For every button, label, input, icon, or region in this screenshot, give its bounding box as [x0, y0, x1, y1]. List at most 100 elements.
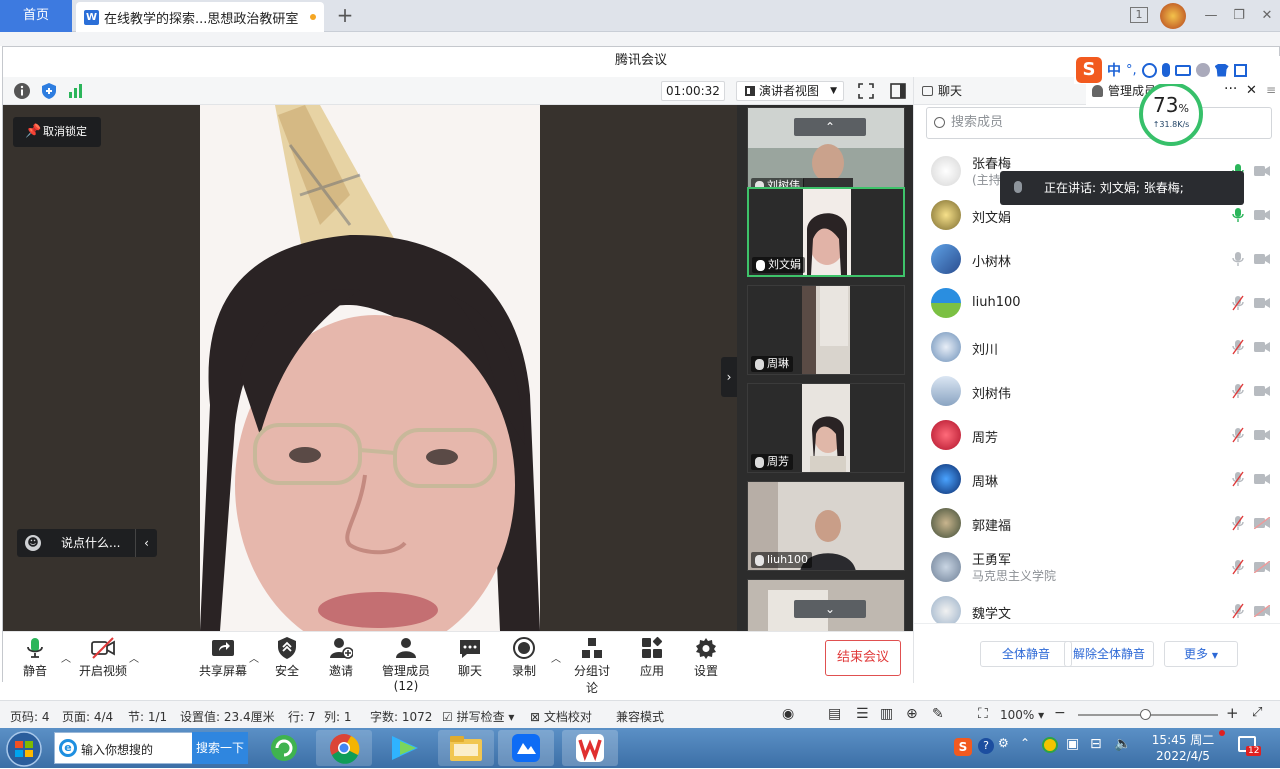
scroll-up-icon[interactable]: ⌃ [794, 118, 866, 136]
security-button[interactable]: 安全 [269, 636, 305, 682]
share-screen-button[interactable]: 共享屏幕 [199, 636, 247, 682]
thumbnail-tile[interactable]: liuh100 [747, 481, 905, 571]
tray-network-icon[interactable]: ⊟ [1090, 736, 1102, 752]
tray-sogou-icon[interactable]: S [954, 738, 972, 756]
proofread-button[interactable]: ⊠ 文档校对 [530, 708, 592, 725]
camera-off-icon[interactable] [1254, 473, 1270, 485]
skin-shirt-icon[interactable] [1214, 63, 1229, 77]
more-button[interactable]: 更多 ▼ [1164, 641, 1238, 667]
camera-off-icon[interactable] [1254, 517, 1270, 529]
tray-volume-icon[interactable]: 🔈 [1114, 736, 1131, 752]
taskbar-app-tencent-meeting[interactable] [498, 730, 554, 766]
mute-all-button[interactable]: 全体静音 [980, 641, 1072, 667]
zoom-out-icon[interactable]: − [1054, 705, 1066, 721]
status-word-count[interactable]: 字数: 1072 [370, 708, 432, 725]
status-column[interactable]: 列: 1 [324, 708, 352, 725]
camera-off-icon[interactable] [1254, 605, 1270, 617]
taskbar-clock[interactable]: 15:45 周二 2022/4/5 [1148, 732, 1218, 766]
toolbox-grid-icon[interactable] [1233, 63, 1247, 77]
side-panel-toggle-icon[interactable] [889, 82, 907, 100]
main-speaker-video[interactable] [200, 105, 540, 631]
status-row[interactable]: 行: 7 [288, 708, 316, 725]
mic-muted-icon[interactable] [1232, 471, 1244, 487]
taskbar-app-player[interactable] [376, 730, 432, 766]
tray-expand-icon[interactable]: ⌃ [1020, 736, 1030, 750]
camera-off-icon[interactable] [1254, 341, 1270, 353]
tab-chat[interactable]: 聊天 [920, 77, 1086, 105]
fullscreen-expand-icon[interactable]: ⤢ [1252, 705, 1262, 720]
member-row[interactable]: 刘树伟 [914, 369, 1280, 413]
invite-button[interactable]: 邀请 [323, 636, 359, 682]
taskbar-app-explorer[interactable] [438, 730, 494, 766]
member-row[interactable]: liuh100 [914, 281, 1280, 325]
fit-page-icon[interactable]: ⛶ [978, 706, 988, 722]
record-button[interactable]: 录制 [509, 636, 539, 682]
end-meeting-button[interactable]: 结束会议 [825, 640, 901, 676]
chat-button[interactable]: 聊天 [455, 636, 485, 682]
users-icon[interactable] [1195, 63, 1210, 77]
ime-punctuation-toggle[interactable]: °, [1126, 63, 1137, 78]
tray-settings-icon[interactable]: ⚙ [998, 736, 1009, 750]
mic-muted-icon[interactable] [1232, 515, 1244, 531]
network-speed-gauge[interactable]: 73% ↑31.8K/s [1139, 82, 1203, 146]
minimize-icon[interactable]: — [1200, 6, 1222, 26]
thumbnail-tile[interactable]: ⌄ [747, 579, 905, 631]
thumbnail-tile[interactable]: 周琳 [747, 285, 905, 375]
comment-input[interactable]: ☻ 说点什么... ‹ [17, 529, 157, 557]
camera-off-icon[interactable] [1254, 209, 1270, 221]
eye-protection-icon[interactable]: ◉ [782, 706, 794, 722]
outline-view-icon[interactable]: ☰ [856, 706, 869, 722]
page-view-icon[interactable]: ▤ [828, 706, 841, 722]
member-search-input[interactable]: 搜索成员 [926, 107, 1272, 139]
member-row[interactable]: 周琳 [914, 457, 1280, 501]
wps-document-tab[interactable]: W 在线教学的探索...思想政治教研室 [76, 2, 324, 32]
camera-off-icon[interactable] [1254, 429, 1270, 441]
status-pages[interactable]: 页面: 4/4 [62, 708, 113, 725]
mic-muted-icon[interactable] [1232, 339, 1244, 355]
view-mode-select[interactable]: 演讲者视图 ▼ [736, 81, 844, 101]
restore-icon[interactable]: ❐ [1228, 6, 1250, 26]
chevron-left-icon[interactable]: ‹ [135, 529, 157, 557]
mic-icon[interactable] [1232, 207, 1244, 223]
keyboard-icon[interactable] [1174, 64, 1191, 76]
zoom-in-icon[interactable]: + [1226, 704, 1239, 722]
record-options-chevron-icon[interactable]: ︿ [551, 650, 561, 665]
panel-menu-icon[interactable]: ≡ [1266, 83, 1276, 97]
sogou-logo-icon[interactable]: S [1076, 57, 1102, 83]
emoji-icon[interactable] [1141, 62, 1157, 78]
web-view-icon[interactable]: ⊕ [906, 706, 918, 722]
status-page-number[interactable]: 页码: 4 [10, 708, 50, 725]
new-tab-button[interactable]: + [334, 4, 356, 26]
taskbar-app-360[interactable] [256, 730, 312, 766]
camera-off-icon[interactable] [1254, 561, 1270, 573]
info-icon[interactable] [13, 82, 31, 100]
unlock-video-button[interactable]: 📌 取消锁定 [13, 117, 101, 147]
tray-network-blocked-icon[interactable]: ▣ [1066, 736, 1079, 752]
mic-muted-icon[interactable] [1232, 295, 1244, 311]
camera-off-icon[interactable] [1254, 297, 1270, 309]
thumbnail-tile[interactable]: ⌃ 刘树伟 [747, 107, 905, 197]
camera-off-icon[interactable] [1254, 253, 1270, 265]
mute-button[interactable]: 静音 [17, 636, 53, 682]
member-row[interactable]: 王勇军 马克思主义学院 [914, 545, 1280, 589]
zoom-level[interactable]: 100% ▾ [1000, 708, 1044, 722]
mic-muted-icon[interactable] [1232, 603, 1244, 619]
tray-security-icon[interactable] [1042, 737, 1058, 753]
thumbnail-tile[interactable]: 周芳 [747, 383, 905, 473]
camera-off-icon[interactable] [1254, 385, 1270, 397]
wps-home-tab[interactable]: 首页 [0, 0, 72, 32]
member-row[interactable]: 魏学文 [914, 589, 1280, 623]
scroll-down-icon[interactable]: ⌄ [794, 600, 866, 618]
window-count-badge[interactable]: 1 [1130, 7, 1148, 23]
mic-muted-icon[interactable] [1232, 383, 1244, 399]
member-row[interactable]: 刘川 [914, 325, 1280, 369]
tray-help-icon[interactable]: ? [978, 738, 994, 754]
zoom-slider[interactable] [1078, 709, 1218, 720]
member-row[interactable]: 周芳 [914, 413, 1280, 457]
start-button-icon[interactable] [4, 730, 44, 768]
signal-strength-icon[interactable] [67, 82, 85, 100]
fullscreen-icon[interactable] [857, 82, 875, 100]
mic-icon[interactable] [1232, 251, 1244, 267]
reading-mode-icon[interactable]: ▥ [880, 706, 893, 722]
ime-language-toggle[interactable]: 中 [1107, 60, 1121, 80]
